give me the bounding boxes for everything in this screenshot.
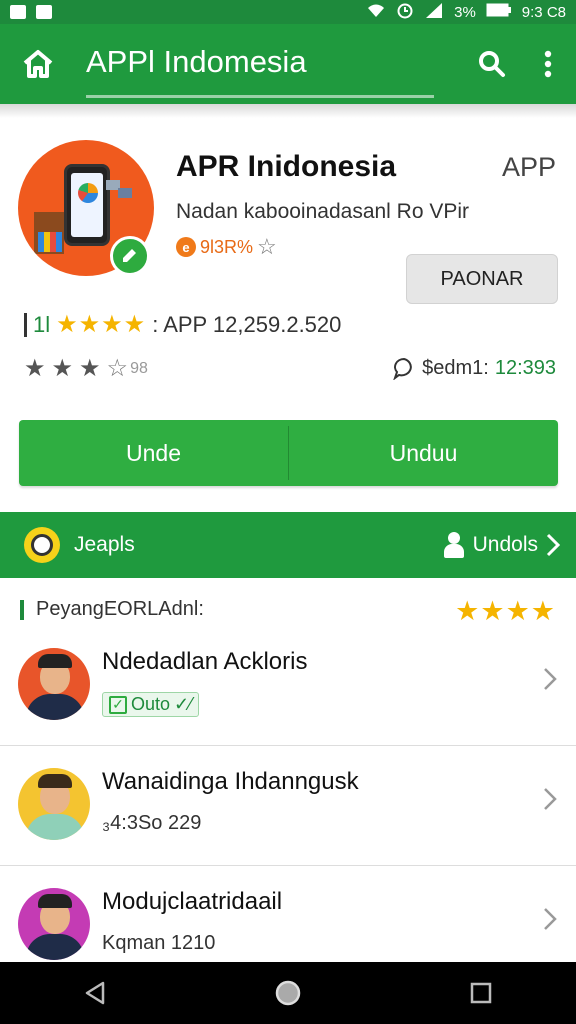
status-time: 9:3 C8	[521, 3, 566, 21]
developer-name[interactable]: Nadan kabooinadasanl Ro VPir	[176, 200, 469, 224]
gallery-notification-icon	[10, 5, 26, 19]
books-illustration	[38, 232, 62, 252]
section-accent-bar	[20, 599, 24, 620]
star-filled-icon: ★	[79, 355, 101, 382]
user-rating-stars[interactable]: ★ ★ ★ ☆ 98	[24, 354, 148, 383]
search-button[interactable]	[464, 24, 520, 104]
list-item-name: Modujclaatridaail	[102, 888, 283, 915]
star-filled-icon: ★	[24, 355, 46, 382]
star-filled-icon: ★	[51, 355, 74, 382]
list-item-name: Wanaidinga Ihdanngusk	[102, 768, 359, 795]
category-label: Jeapls	[74, 533, 135, 556]
alarm-icon	[396, 1, 414, 23]
home-icon	[23, 50, 53, 78]
check-icon: ✓	[109, 695, 127, 714]
content-rating-text: 9l3R%	[200, 236, 254, 257]
app-toolbar: APPl Indomesia	[0, 24, 576, 104]
list-item[interactable]: Ndedadlan Ackloris ✓ Outo ✓⁄	[0, 626, 576, 746]
secondary-action-button[interactable]: PAONAR	[406, 254, 558, 304]
avatar	[18, 888, 90, 960]
system-navigation-bar	[0, 962, 576, 1024]
star-outline-icon: ☆	[106, 355, 129, 382]
verified-badge-icon	[110, 236, 150, 276]
category-band[interactable]: Jeapls Undols	[0, 512, 576, 578]
downloads-label: $edm1:	[422, 356, 489, 379]
status-tag-text: Outo	[131, 694, 171, 714]
app-name: APR Inidonesia	[176, 150, 397, 183]
left-action-button[interactable]: Unde	[19, 420, 288, 486]
more-vertical-icon	[544, 50, 552, 78]
rating-stars: ★★★★	[56, 311, 147, 338]
search-icon	[479, 51, 505, 77]
section-title: PeyangEORLAdnl:	[36, 598, 204, 620]
home-button[interactable]	[0, 24, 76, 104]
chevron-right-icon	[544, 908, 557, 930]
recents-button[interactable]	[469, 981, 493, 1005]
action-button-group: Unde Unduu	[19, 420, 558, 486]
star-outline-icon: ☆	[257, 234, 277, 259]
band-right-label: Undols	[472, 533, 538, 556]
chevron-right-icon	[544, 788, 557, 810]
signal-percent: 3%	[454, 3, 476, 21]
overflow-menu-button[interactable]	[520, 24, 576, 104]
rating-summary: 1l ★★★★ : APP 12,259.2.520	[24, 310, 341, 339]
rating-summary-text: : APP 12,259.2.520	[152, 311, 342, 337]
app-kind-label: APP	[501, 152, 556, 182]
list-item-sub: ₃4:3So 229	[102, 812, 202, 834]
download-button[interactable]: Unduu	[289, 420, 558, 486]
status-bar: 3% 9:3 C8	[0, 0, 576, 24]
downloads-value: 12:393	[494, 356, 556, 379]
downloads-info: $edm1: 12:393	[392, 356, 556, 380]
avatar	[18, 768, 90, 840]
toolbar-title[interactable]: APPl Indomesia	[86, 24, 464, 104]
back-button[interactable]	[83, 980, 107, 1006]
toolbar-title-text: APPl Indomesia	[86, 44, 307, 79]
list-item-name: Ndedadlan Ackloris	[102, 648, 308, 675]
battery-icon	[486, 3, 512, 21]
avatar	[18, 648, 90, 720]
rating-badge-icon: e	[176, 237, 196, 257]
list-item-sub: Kqman 1210	[102, 932, 216, 954]
content-rating: e 9l3R% ☆	[176, 234, 277, 260]
flag-notification-icon	[36, 5, 52, 19]
chevron-right-icon	[546, 533, 560, 557]
section-stars: ★★★★	[455, 596, 556, 626]
band-right-link[interactable]: Undols	[443, 532, 560, 558]
section-header: PeyangEORLAdnl:	[20, 598, 204, 621]
list-item[interactable]: Wanaidinga Ihdanngusk ₃4:3So 229	[0, 746, 576, 866]
status-tag: ✓ Outo ✓⁄	[102, 692, 200, 717]
toolbar-shadow	[0, 104, 576, 118]
title-underline	[86, 95, 434, 98]
chat-bubble-icon	[393, 357, 412, 380]
flag-illustration	[118, 188, 132, 198]
rating-small-value: 98	[130, 359, 148, 377]
wifi-icon	[366, 2, 386, 22]
home-nav-button[interactable]	[274, 979, 302, 1007]
signal-icon	[424, 2, 444, 22]
person-icon	[443, 532, 465, 558]
pie-chart-icon	[78, 183, 98, 203]
chevron-right-icon	[544, 668, 557, 690]
list-item-sub: ✓ Outo ✓⁄	[102, 692, 200, 717]
phone-illustration	[64, 164, 110, 246]
divider-bar	[24, 312, 27, 337]
trend-icon: ✓⁄	[174, 694, 193, 714]
rating-prefix: 1l	[33, 311, 51, 337]
category-icon	[24, 527, 60, 563]
